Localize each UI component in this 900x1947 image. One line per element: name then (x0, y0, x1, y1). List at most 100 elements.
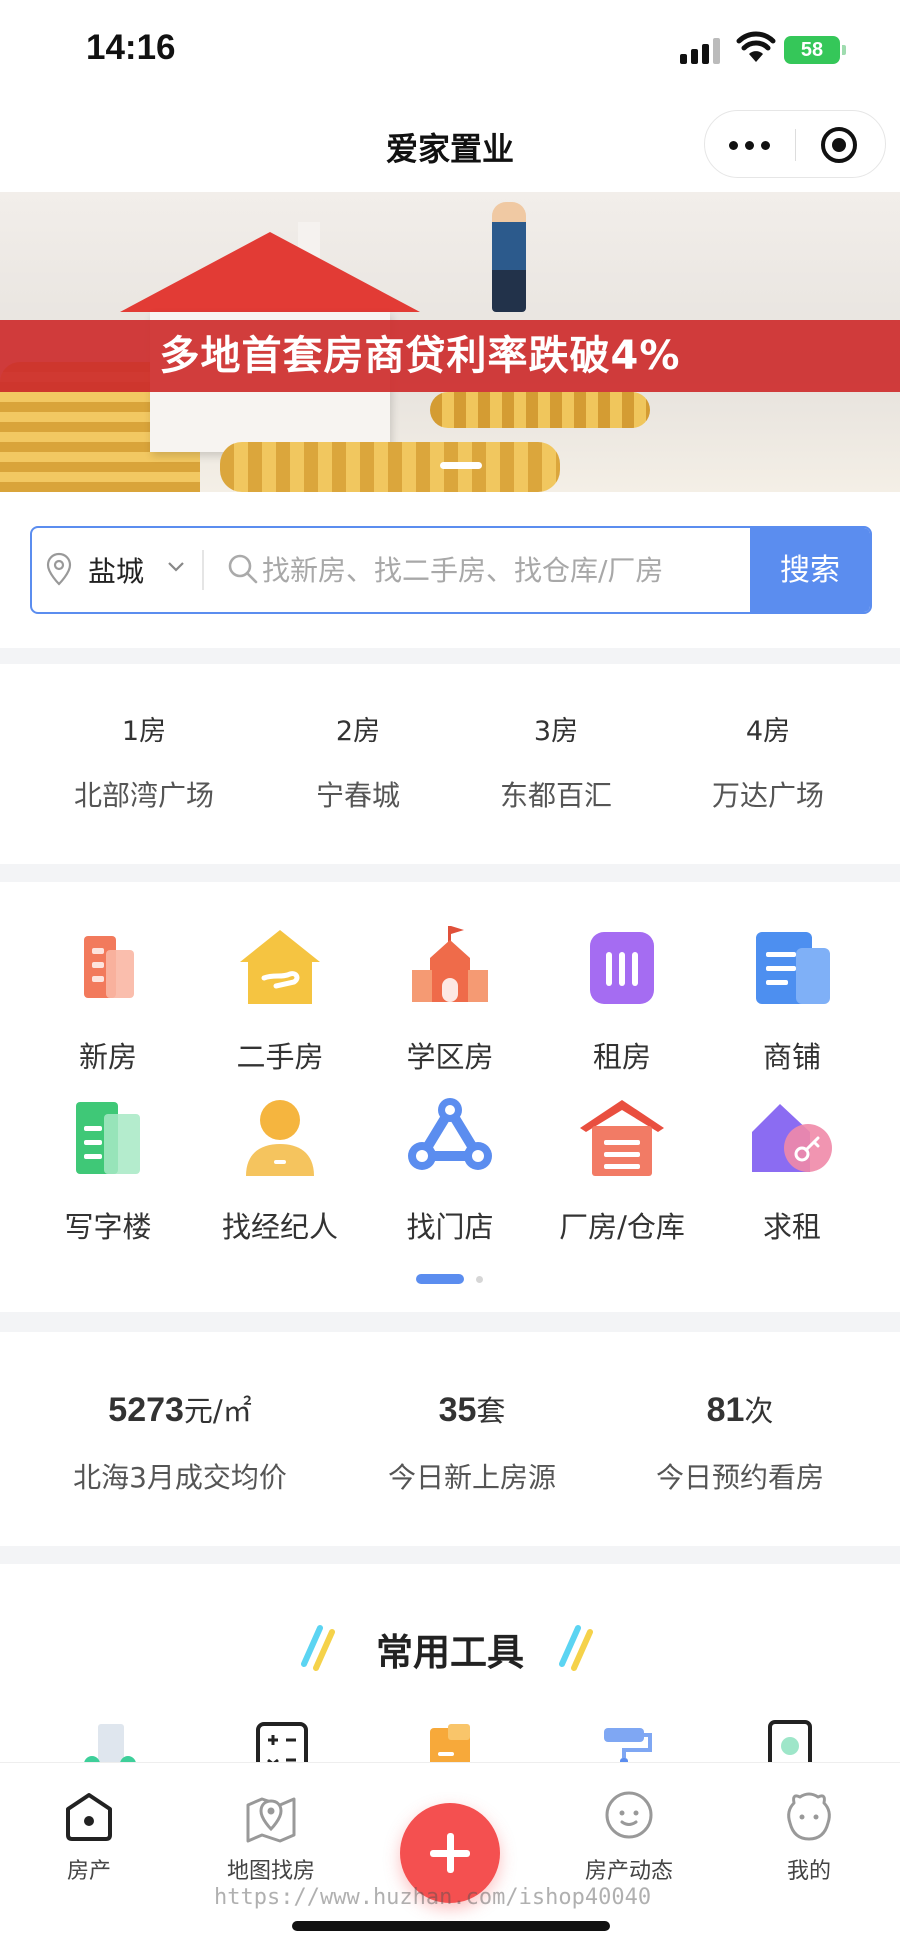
warehouse-icon (580, 1100, 664, 1176)
nav-bar: 爱家置业 (0, 100, 900, 192)
category-label: 商铺 (762, 1040, 821, 1074)
category-label: 租房 (592, 1040, 651, 1074)
search-icon (228, 554, 258, 584)
search-bar: 盐城 搜索 (30, 526, 872, 614)
stat-avg-price: 5273元/㎡ 北海3月成交均价 (40, 1388, 320, 1496)
search-input[interactable] (262, 546, 762, 594)
rent-icon (590, 932, 654, 1004)
building-icon (84, 936, 134, 998)
bottom-tab-bar: 房产 地图找房 房产动态 我的 https://www.huzhan.com/i… (0, 1762, 900, 1947)
room-shortcut-3[interactable]: 3房 东都百汇 (456, 712, 656, 814)
room-location: 东都百汇 (499, 779, 612, 812)
tab-news[interactable]: 房产动态 (554, 1789, 704, 1885)
businessman-figure (492, 202, 526, 312)
carousel-indicator (440, 462, 482, 469)
promo-banner[interactable]: 多地首套房商贷利率跌破4% (0, 192, 900, 492)
category-label: 厂房/仓库 (559, 1210, 685, 1244)
room-count: 2房 (335, 716, 381, 747)
room-shortcut-1[interactable]: 1房 北部湾广场 (44, 712, 244, 814)
category-label: 学区房 (406, 1040, 494, 1074)
stat-new-listings: 35套 今日新上房源 (332, 1388, 612, 1496)
tools-title: 常用工具 (376, 1631, 524, 1674)
stat-unit: 套 (476, 1394, 506, 1428)
battery-indicator: 58 (784, 36, 846, 64)
agent-icon (246, 1100, 314, 1176)
stat-viewings: 81次 今日预约看房 (600, 1388, 880, 1496)
miniprogram-capsule (704, 110, 886, 178)
banner-headline: 多地首套房商贷利率跌破4% (159, 333, 681, 379)
room-location: 宁春城 (315, 779, 400, 812)
location-pin-icon (46, 552, 72, 586)
house-roof-graphic (120, 232, 420, 312)
shop-icon (756, 932, 830, 1004)
stat-unit: 元/㎡ (183, 1394, 252, 1428)
category-warehouse[interactable]: 厂房/仓库 (536, 1092, 708, 1246)
profile-icon (787, 1792, 831, 1841)
seek-rent-icon (752, 1104, 832, 1172)
category-label: 求租 (762, 1210, 821, 1244)
stat-label: 今日预约看房 (655, 1461, 824, 1494)
stat-unit: 次 (744, 1394, 774, 1428)
tab-label: 地图找房 (226, 1859, 315, 1884)
tab-label: 我的 (786, 1859, 831, 1884)
more-icon[interactable] (729, 135, 789, 155)
chat-icon (605, 1791, 653, 1839)
chevron-down-icon[interactable] (166, 556, 186, 576)
tab-profile[interactable]: 我的 (734, 1789, 884, 1885)
home-icon (66, 1793, 112, 1841)
room-location: 万达广场 (711, 779, 824, 812)
home-indicator (292, 1921, 610, 1931)
watermark-text: https://www.huzhan.com/ishop40040 (214, 1885, 652, 1910)
tab-map-search[interactable]: 地图找房 (196, 1789, 346, 1885)
category-second-hand[interactable]: 二手房 (194, 922, 366, 1076)
category-rent[interactable]: 租房 (536, 922, 708, 1076)
map-icon (246, 1797, 296, 1843)
search-divider (202, 550, 204, 590)
category-school-district[interactable]: 学区房 (364, 922, 536, 1076)
stat-label: 北海3月成交均价 (73, 1461, 287, 1494)
category-grid: 新房 二手房 学区房 租房 商铺 写字楼 找经纪人 找门店 厂房/仓库 求租 (0, 882, 900, 1312)
tab-label: 房产动态 (584, 1859, 673, 1884)
tab-home[interactable]: 房产 (14, 1789, 164, 1885)
tab-label: 房产 (66, 1859, 111, 1884)
search-section: 盐城 搜索 (0, 492, 900, 648)
category-page-indicator (476, 1276, 483, 1283)
category-find-agent[interactable]: 找经纪人 (194, 1092, 366, 1246)
store-icon (408, 1098, 492, 1170)
category-label: 二手房 (236, 1040, 324, 1074)
coin-row-graphic (430, 392, 650, 428)
market-stats: 5273元/㎡ 北海3月成交均价 35套 今日新上房源 81次 今日预约看房 (0, 1332, 900, 1546)
room-count: 4房 (745, 716, 791, 747)
category-new-house[interactable]: 新房 (22, 922, 194, 1076)
city-selector[interactable]: 盐城 (88, 550, 144, 590)
search-button[interactable]: 搜索 (750, 528, 870, 612)
category-label: 找门店 (406, 1210, 494, 1244)
stat-value: 35 (438, 1391, 477, 1429)
category-label: 找经纪人 (221, 1210, 338, 1244)
stat-value: 81 (706, 1391, 745, 1429)
room-shortcuts: 1房 北部湾广场 2房 宁春城 3房 东都百汇 4房 万达广场 (0, 664, 900, 864)
room-count: 3房 (533, 716, 579, 747)
status-bar: 14:16 58 (0, 0, 900, 100)
category-seek-rent[interactable]: 求租 (706, 1092, 878, 1246)
category-label: 新房 (78, 1040, 137, 1074)
room-shortcut-4[interactable]: 4房 万达广场 (668, 712, 868, 814)
coin-row-graphic (220, 442, 560, 492)
room-location: 北部湾广场 (73, 779, 214, 812)
category-shop[interactable]: 商铺 (706, 922, 878, 1076)
close-target-icon[interactable] (821, 127, 857, 163)
battery-level: 58 (800, 39, 824, 61)
decorative-slash-icon (559, 1625, 593, 1671)
house-hand-icon (240, 930, 320, 1004)
wifi-icon (736, 31, 776, 62)
category-page-indicator-active (416, 1274, 464, 1284)
capsule-divider (795, 129, 796, 161)
room-shortcut-2[interactable]: 2房 宁春城 (258, 712, 458, 814)
category-label: 写字楼 (64, 1210, 152, 1244)
school-icon (412, 926, 488, 1002)
room-count: 1房 (121, 716, 167, 747)
category-office[interactable]: 写字楼 (22, 1092, 194, 1246)
category-find-store[interactable]: 找门店 (364, 1092, 536, 1246)
office-icon (76, 1102, 140, 1174)
status-time: 14:16 (86, 28, 176, 67)
